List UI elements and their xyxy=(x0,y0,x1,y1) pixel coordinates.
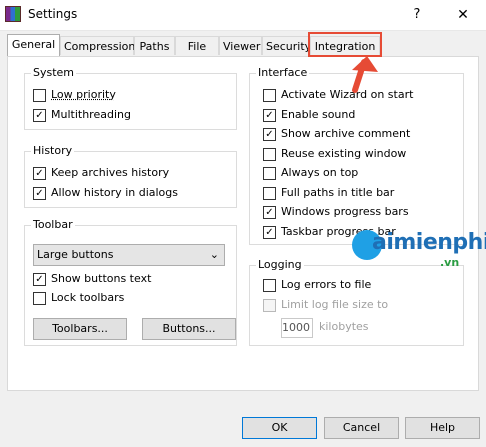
history-group: History ✓ Keep archives history ✓ Allow … xyxy=(24,144,237,208)
help-question-button[interactable]: ? xyxy=(394,0,440,30)
allow-history-check[interactable]: ✓ xyxy=(33,187,46,200)
reuse-window-check[interactable] xyxy=(263,148,276,161)
log-errors-check[interactable] xyxy=(263,279,276,292)
logging-group-title: Logging xyxy=(256,258,304,271)
watermark-text: aimienphi xyxy=(372,230,486,255)
keep-history-label: Keep archives history xyxy=(51,166,170,179)
cancel-button[interactable]: Cancel xyxy=(324,417,399,439)
toolbars-button[interactable]: Toolbars... xyxy=(33,318,127,340)
full-paths-label: Full paths in title bar xyxy=(281,186,395,199)
windows-progress-bars-label: Windows progress bars xyxy=(281,205,409,218)
system-group: System Low priority ✓ Multithreading xyxy=(24,66,237,130)
reuse-window-label: Reuse existing window xyxy=(281,147,407,160)
help-button[interactable]: Help xyxy=(405,417,480,439)
taskbar-progress-bar-check[interactable]: ✓ xyxy=(263,226,276,239)
interface-group-title: Interface xyxy=(256,66,310,79)
history-group-title: History xyxy=(31,144,75,157)
tab-security[interactable]: Security xyxy=(262,36,311,55)
general-tab-panel: System Low priority ✓ Multithreading His… xyxy=(7,56,479,391)
low-priority-check[interactable] xyxy=(33,89,46,102)
toolbar-group: Toolbar Large buttons ⌄ ✓ Show buttons t… xyxy=(24,218,237,346)
winrar-app-icon xyxy=(5,6,21,22)
close-button[interactable]: ✕ xyxy=(440,0,486,30)
chevron-down-icon: ⌄ xyxy=(209,248,219,261)
enable-sound-check[interactable]: ✓ xyxy=(263,109,276,122)
log-size-input[interactable]: 1000 xyxy=(281,318,313,338)
log-size-units: kilobytes xyxy=(319,320,369,333)
activate-wizard-check[interactable] xyxy=(263,89,276,102)
watermark-suffix: .vn xyxy=(440,256,460,269)
multithreading-label: Multithreading xyxy=(51,108,131,121)
always-on-top-label: Always on top xyxy=(281,166,359,179)
logging-group: Logging Log errors to file Limit log fil… xyxy=(249,258,464,346)
always-on-top-check[interactable] xyxy=(263,167,276,180)
limit-log-size-label: Limit log file size to xyxy=(281,298,389,311)
keep-history-check[interactable]: ✓ xyxy=(33,167,46,180)
tab-viewer[interactable]: Viewer xyxy=(219,36,262,55)
full-paths-check[interactable] xyxy=(263,187,276,200)
show-buttons-text-label: Show buttons text xyxy=(51,272,152,285)
tab-file-list[interactable]: File list xyxy=(175,36,219,72)
enable-sound-label: Enable sound xyxy=(281,108,356,121)
window-title: Settings xyxy=(28,7,78,21)
buttons-button[interactable]: Buttons... xyxy=(142,318,236,340)
allow-history-label: Allow history in dialogs xyxy=(51,186,178,199)
toolbar-style-select[interactable]: Large buttons ⌄ xyxy=(33,244,225,266)
lock-toolbars-label: Lock toolbars xyxy=(51,291,125,304)
multithreading-check[interactable]: ✓ xyxy=(33,109,46,122)
system-group-title: System xyxy=(31,66,77,79)
integration-highlight-box xyxy=(308,32,382,57)
windows-progress-bars-check[interactable]: ✓ xyxy=(263,206,276,219)
toolbar-group-title: Toolbar xyxy=(31,218,75,231)
title-bar: Settings ? ✕ xyxy=(0,0,486,31)
tab-paths[interactable]: Paths xyxy=(134,36,175,55)
toolbar-style-value: Large buttons xyxy=(37,248,114,261)
tab-compression[interactable]: Compression xyxy=(60,36,135,55)
lock-toolbars-check[interactable] xyxy=(33,292,46,305)
tab-general[interactable]: General xyxy=(7,34,60,56)
show-buttons-text-check[interactable]: ✓ xyxy=(33,273,46,286)
activate-wizard-label: Activate Wizard on start xyxy=(281,88,414,101)
limit-log-size-check[interactable] xyxy=(263,299,276,312)
show-archive-comment-label: Show archive comment xyxy=(281,127,411,140)
ok-button[interactable]: OK xyxy=(242,417,317,439)
low-priority-label: Low priority xyxy=(51,88,116,101)
interface-group: Interface Activate Wizard on start ✓ Ena… xyxy=(249,66,464,245)
show-archive-comment-check[interactable]: ✓ xyxy=(263,128,276,141)
log-errors-label: Log errors to file xyxy=(281,278,372,291)
